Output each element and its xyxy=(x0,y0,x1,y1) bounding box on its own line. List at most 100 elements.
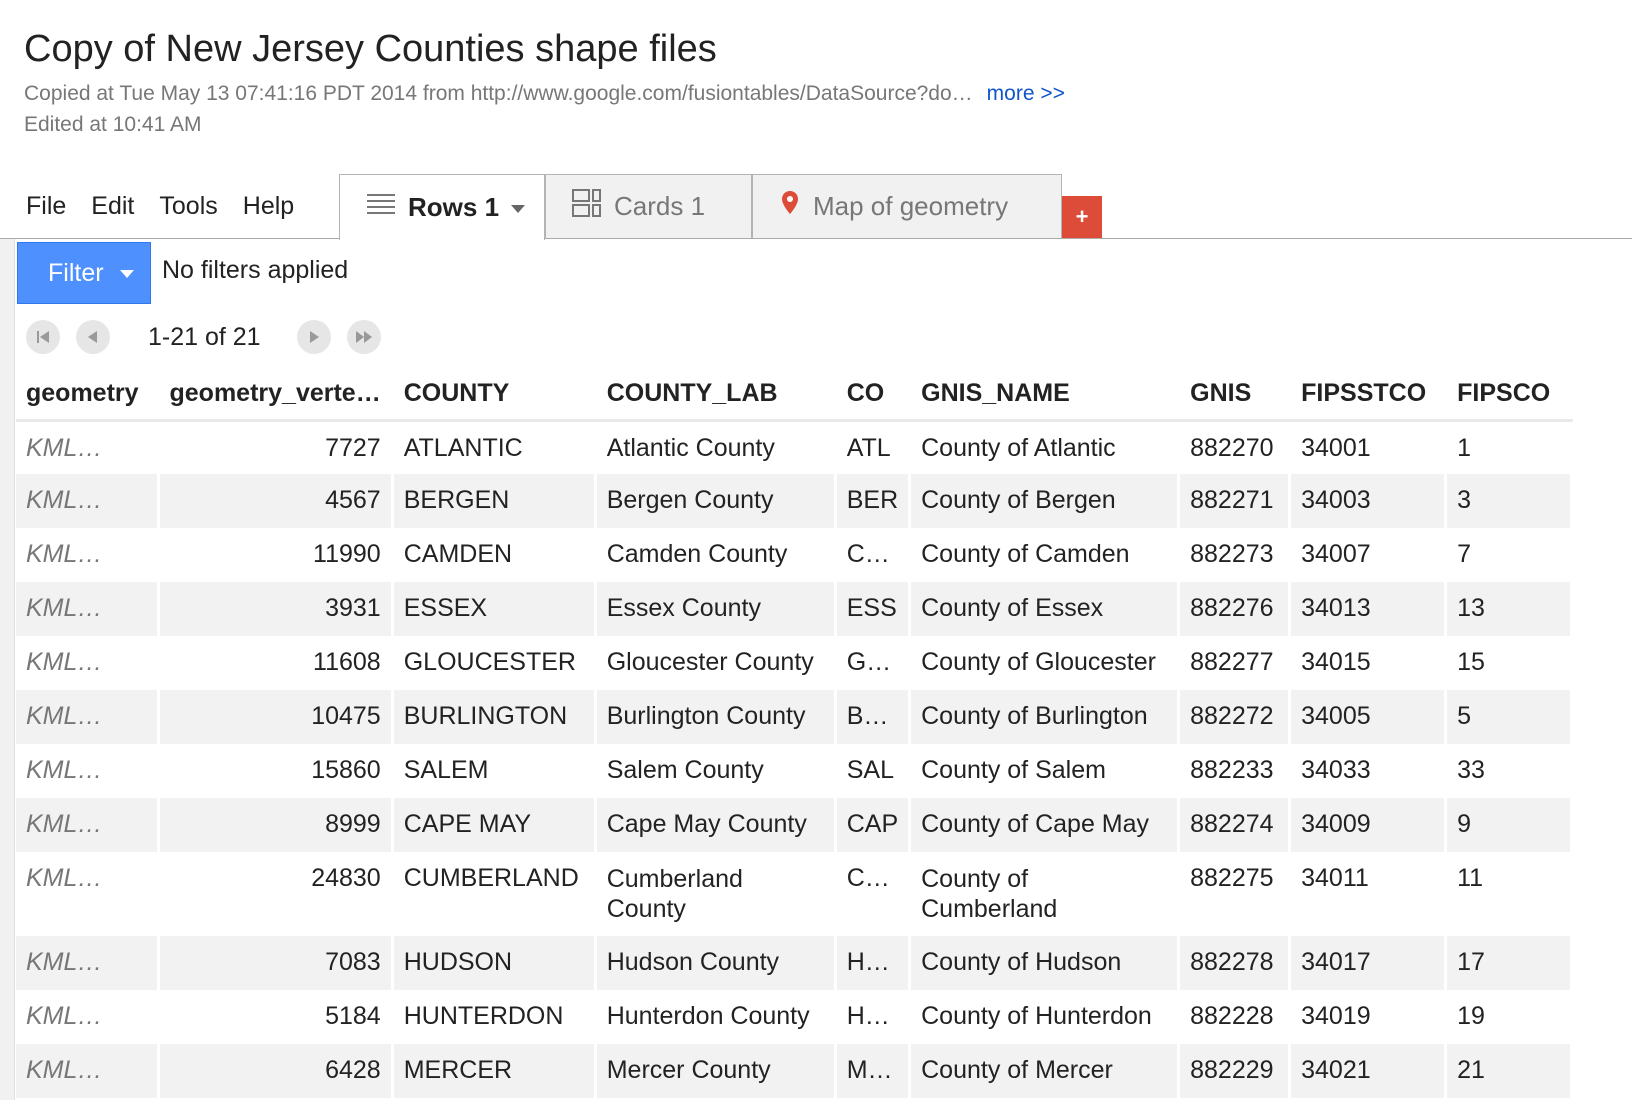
table-cell[interactable]: Bergen County xyxy=(595,474,837,528)
table-cell[interactable]: 7083 xyxy=(158,936,394,990)
tab-map[interactable]: Map of geometry xyxy=(752,174,1062,238)
table-cell[interactable]: 882277 xyxy=(1178,636,1292,690)
table-cell[interactable]: CAMDEN xyxy=(392,528,597,582)
table-cell[interactable]: KML… xyxy=(16,582,160,636)
table-cell[interactable]: 882229 xyxy=(1178,1044,1292,1098)
table-cell[interactable]: 19 xyxy=(1445,990,1574,1044)
table-cell[interactable]: 882228 xyxy=(1178,990,1292,1044)
table-cell[interactable]: 882273 xyxy=(1178,528,1292,582)
column-header[interactable]: GNIS_NAME xyxy=(909,368,1181,422)
table-cell[interactable]: County of Essex xyxy=(909,582,1181,636)
table-row[interactable]: KML… 3931 ESSEX Essex County ESS County of Es… xyxy=(16,582,1574,636)
next-page-icon[interactable] xyxy=(296,320,331,354)
table-cell[interactable]: 6428 xyxy=(158,1044,394,1098)
table-cell[interactable]: County of Cape May xyxy=(909,798,1181,852)
last-page-icon[interactable] xyxy=(346,320,381,354)
menu-edit[interactable]: Edit xyxy=(91,192,134,221)
table-cell[interactable]: B… xyxy=(835,690,912,744)
table-cell[interactable]: 17 xyxy=(1445,936,1574,990)
table-cell[interactable]: Cape May County xyxy=(595,798,837,852)
column-header[interactable]: geometry xyxy=(16,368,160,422)
table-cell[interactable]: KML… xyxy=(16,474,160,528)
first-page-icon[interactable] xyxy=(26,320,60,354)
table-cell[interactable]: 34017 xyxy=(1289,936,1448,990)
table-cell[interactable]: County of Burlington xyxy=(909,690,1181,744)
menu-file[interactable]: File xyxy=(26,192,66,221)
table-cell[interactable]: KML… xyxy=(16,990,160,1044)
table-cell[interactable]: 9 xyxy=(1445,798,1574,852)
table-cell[interactable]: C… xyxy=(835,852,912,936)
table-cell[interactable]: 1 xyxy=(1445,420,1574,474)
table-cell[interactable]: 34009 xyxy=(1289,798,1448,852)
table-cell[interactable]: ATL xyxy=(835,420,912,474)
table-cell[interactable]: 3931 xyxy=(158,582,394,636)
table-cell[interactable]: ESS xyxy=(835,582,912,636)
table-cell[interactable]: 13 xyxy=(1445,582,1574,636)
table-cell[interactable]: H… xyxy=(835,990,912,1044)
table-cell[interactable]: GLOUCESTER xyxy=(392,636,597,690)
table-cell[interactable]: 34001 xyxy=(1289,420,1448,474)
table-cell[interactable]: County of Camden xyxy=(909,528,1181,582)
table-cell[interactable]: BER xyxy=(835,474,912,528)
table-cell[interactable]: SALEM xyxy=(392,744,597,798)
table-cell[interactable]: 21 xyxy=(1445,1044,1574,1098)
table-cell[interactable]: Hudson County xyxy=(595,936,837,990)
table-cell[interactable]: County of Hunterdon xyxy=(909,990,1181,1044)
table-cell[interactable]: ESSEX xyxy=(392,582,597,636)
table-cell[interactable]: KML… xyxy=(16,420,160,474)
table-row[interactable]: KML… 6428 MERCER Mercer County M… County of M… xyxy=(16,1044,1574,1098)
table-cell[interactable]: KML… xyxy=(16,528,160,582)
table-cell[interactable]: Gloucester County xyxy=(595,636,837,690)
table-row[interactable]: KML… 24830 CUMBERLAND Cumberland County C… Co… xyxy=(16,852,1574,936)
table-row[interactable]: KML… 8999 CAPE MAY Cape May County CAP County… xyxy=(16,798,1574,852)
table-cell[interactable]: 15860 xyxy=(158,744,394,798)
table-cell[interactable]: 4567 xyxy=(158,474,394,528)
table-cell[interactable]: CAPE MAY xyxy=(392,798,597,852)
table-cell[interactable]: 34013 xyxy=(1289,582,1448,636)
tab-cards[interactable]: Cards 1 xyxy=(545,174,752,238)
table-cell[interactable]: County of Bergen xyxy=(909,474,1181,528)
table-cell[interactable]: 11 xyxy=(1445,852,1574,936)
table-cell[interactable]: 33 xyxy=(1445,744,1574,798)
table-cell[interactable]: 7 xyxy=(1445,528,1574,582)
table-cell[interactable]: Essex County xyxy=(595,582,837,636)
table-cell[interactable]: 882278 xyxy=(1178,936,1292,990)
table-cell[interactable]: 11990 xyxy=(158,528,394,582)
table-cell[interactable]: SAL xyxy=(835,744,912,798)
table-cell[interactable]: 34005 xyxy=(1289,690,1448,744)
table-cell[interactable]: 882272 xyxy=(1178,690,1292,744)
table-row[interactable]: KML… 15860 SALEM Salem County SAL County of S… xyxy=(16,744,1574,798)
table-row[interactable]: KML… 10475 BURLINGTON Burlington County B… Co… xyxy=(16,690,1574,744)
table-cell[interactable]: 10475 xyxy=(158,690,394,744)
table-cell[interactable]: 882276 xyxy=(1178,582,1292,636)
menu-help[interactable]: Help xyxy=(243,192,294,221)
table-row[interactable]: KML… 7083 HUDSON Hudson County H… County of H… xyxy=(16,936,1574,990)
table-cell[interactable]: 8999 xyxy=(158,798,394,852)
table-cell[interactable]: CUMBERLAND xyxy=(392,852,597,936)
table-cell[interactable]: 15 xyxy=(1445,636,1574,690)
table-cell[interactable]: 34033 xyxy=(1289,744,1448,798)
table-cell[interactable]: BERGEN xyxy=(392,474,597,528)
table-cell[interactable]: KML… xyxy=(16,852,160,936)
table-cell[interactable]: BURLINGTON xyxy=(392,690,597,744)
table-cell[interactable]: HUNTERDON xyxy=(392,990,597,1044)
left-resize-strip[interactable] xyxy=(0,239,15,1100)
table-cell[interactable]: County of Gloucester xyxy=(909,636,1181,690)
table-cell[interactable]: 5 xyxy=(1445,690,1574,744)
table-cell[interactable]: 882233 xyxy=(1178,744,1292,798)
column-header[interactable]: CO xyxy=(835,368,912,422)
table-cell[interactable]: Camden County xyxy=(595,528,837,582)
column-header[interactable]: FIPSCO xyxy=(1445,368,1574,422)
table-cell[interactable]: HUDSON xyxy=(392,936,597,990)
table-cell[interactable]: KML… xyxy=(16,936,160,990)
column-header[interactable]: COUNTY_LAB xyxy=(595,368,837,422)
table-cell[interactable]: 24830 xyxy=(158,852,394,936)
table-row[interactable]: KML… 11990 CAMDEN Camden County C… County of … xyxy=(16,528,1574,582)
table-cell[interactable]: 34007 xyxy=(1289,528,1448,582)
table-cell[interactable]: 5184 xyxy=(158,990,394,1044)
table-cell[interactable]: KML… xyxy=(16,798,160,852)
table-cell[interactable]: C… xyxy=(835,528,912,582)
table-cell[interactable]: KML… xyxy=(16,690,160,744)
table-cell[interactable]: Atlantic County xyxy=(595,420,837,474)
table-cell[interactable]: 882270 xyxy=(1178,420,1292,474)
